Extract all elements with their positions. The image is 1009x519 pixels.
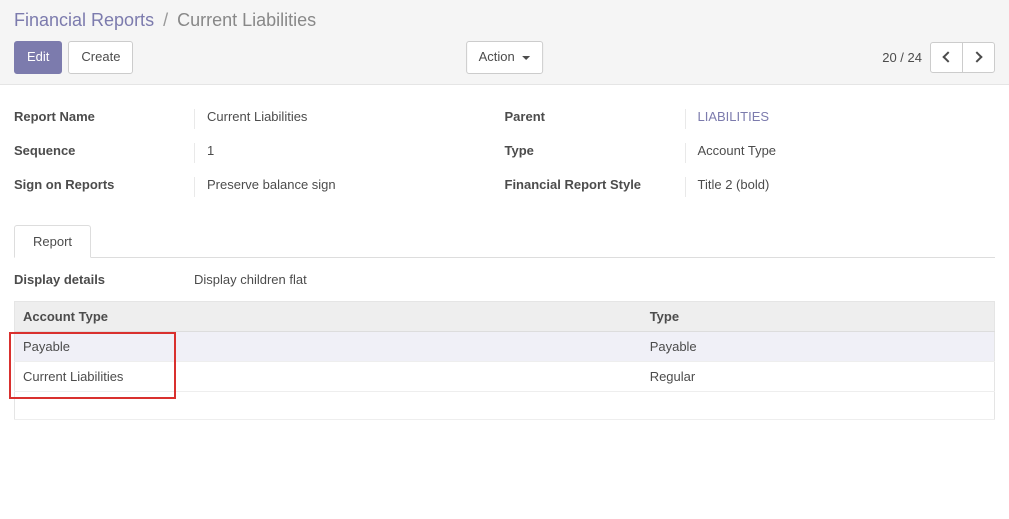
column-account-type[interactable]: Account Type <box>15 301 642 331</box>
table-row[interactable]: Current Liabilities Regular <box>15 361 995 391</box>
parent-value: LIABILITIES <box>685 109 996 129</box>
sequence-label: Sequence <box>14 143 194 158</box>
table-row[interactable]: Payable Payable <box>15 331 995 361</box>
chevron-left-icon <box>942 52 953 63</box>
edit-button[interactable]: Edit <box>14 41 62 74</box>
financial-report-style-value: Title 2 (bold) <box>685 177 996 197</box>
table-header-row: Account Type Type <box>15 301 995 331</box>
control-panel: Financial Reports / Current Liabilities … <box>0 0 1009 85</box>
cell-type: Payable <box>642 331 995 361</box>
tab-content-report: Display details Display children flat Ac… <box>14 258 995 420</box>
breadcrumb-current: Current Liabilities <box>177 10 316 30</box>
financial-report-style-label: Financial Report Style <box>505 177 685 192</box>
sequence-value: 1 <box>194 143 505 163</box>
sign-on-reports-label: Sign on Reports <box>14 177 194 192</box>
cell-account-type: Current Liabilities <box>15 361 642 391</box>
report-name-label: Report Name <box>14 109 194 124</box>
action-dropdown-button[interactable]: Action <box>466 41 544 74</box>
sign-on-reports-value: Preserve balance sign <box>194 177 505 197</box>
form-sheet: Report Name Current Liabilities Sequence… <box>0 85 1009 440</box>
caret-down-icon <box>522 56 530 60</box>
display-details-value: Display children flat <box>194 272 995 287</box>
account-type-table: Account Type Type Payable Payable Curren… <box>14 301 995 420</box>
type-value: Account Type <box>685 143 996 163</box>
pager-previous-button[interactable] <box>930 42 963 73</box>
breadcrumb-parent-link[interactable]: Financial Reports <box>14 10 154 30</box>
cell-type: Regular <box>642 361 995 391</box>
tab-bar: Report <box>14 225 995 258</box>
table-footer-row <box>15 391 995 419</box>
parent-label: Parent <box>505 109 685 124</box>
chevron-right-icon <box>971 52 982 63</box>
pager-next-button[interactable] <box>962 42 995 73</box>
pager-value[interactable]: 20 / 24 <box>882 50 922 65</box>
notebook: Report Display details Display children … <box>14 225 995 420</box>
action-label: Action <box>479 49 515 64</box>
display-details-label: Display details <box>14 272 194 287</box>
cell-account-type: Payable <box>15 331 642 361</box>
parent-link[interactable]: LIABILITIES <box>698 109 770 124</box>
type-label: Type <box>505 143 685 158</box>
create-button[interactable]: Create <box>68 41 133 74</box>
breadcrumb: Financial Reports / Current Liabilities <box>14 8 995 33</box>
column-type[interactable]: Type <box>642 301 995 331</box>
tab-report[interactable]: Report <box>14 225 91 258</box>
breadcrumb-separator: / <box>159 10 172 30</box>
report-name-value: Current Liabilities <box>194 109 505 129</box>
